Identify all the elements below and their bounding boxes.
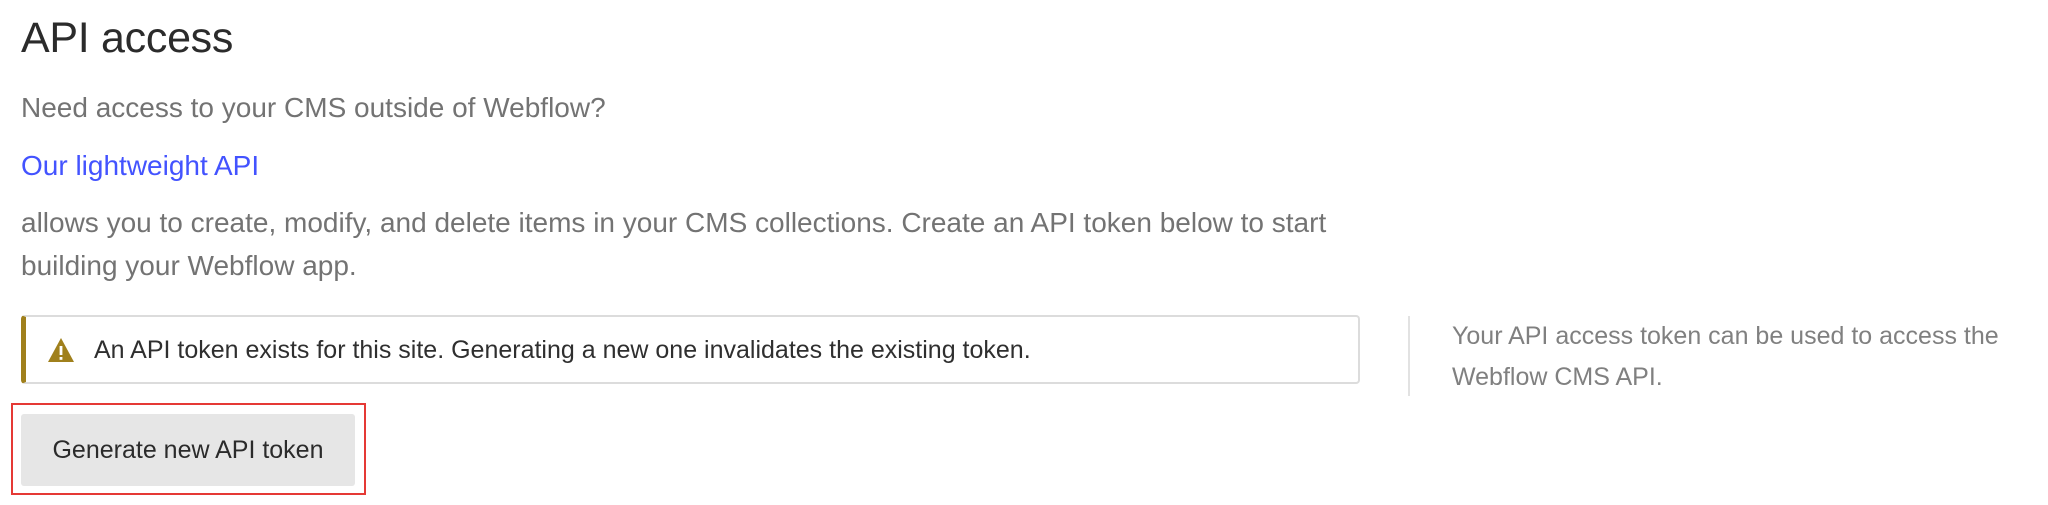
intro-text: Need access to your CMS outside of Webfl… — [21, 92, 606, 123]
page-title: API access — [21, 14, 234, 62]
api-docs-link[interactable]: Our lightweight API — [21, 146, 259, 186]
api-access-page: API access Need access to your CMS outsi… — [0, 0, 2048, 505]
api-description: allows you to create, modify, and delete… — [21, 207, 1327, 281]
warning-icon — [46, 336, 76, 364]
token-help-text: Your API access token can be used to acc… — [1452, 322, 1999, 391]
vertical-divider — [1408, 316, 1410, 396]
token-exists-alert: An API token exists for this site. Gener… — [21, 315, 1360, 384]
generate-api-token-button[interactable]: Generate new API token — [21, 414, 355, 486]
alert-message: An API token exists for this site. Gener… — [94, 335, 1031, 364]
